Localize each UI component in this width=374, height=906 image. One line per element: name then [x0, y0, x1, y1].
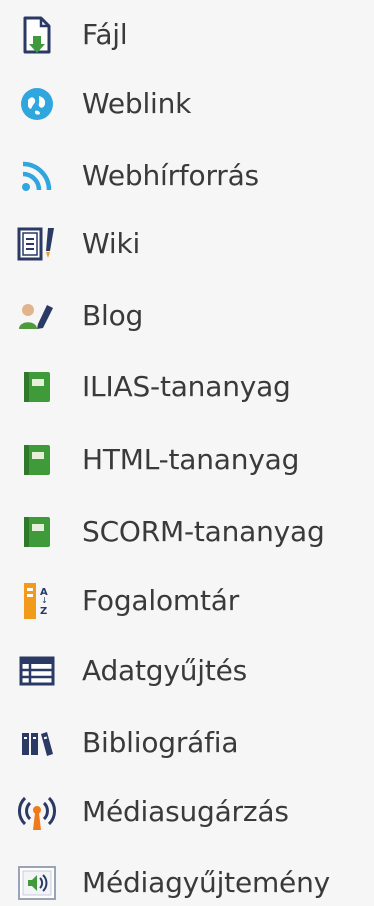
- menu-item-label: Wiki: [82, 226, 141, 260]
- menu-item-label: Bibliográfia: [82, 725, 239, 759]
- menu-item-weblink[interactable]: Weblink: [0, 71, 374, 137]
- rss-feed-icon: [14, 153, 60, 199]
- menu-item-ilias-learning-module[interactable]: ILIAS-tananyag: [0, 354, 374, 420]
- wiki-icon: [14, 221, 60, 267]
- learning-module-icon: [14, 364, 60, 410]
- menu-item-data-collection[interactable]: Adatgyűjtés: [0, 638, 374, 704]
- bibliography-icon: [14, 720, 60, 766]
- menu-item-media-cast[interactable]: Médiasugárzás: [0, 779, 374, 845]
- menu-item-file[interactable]: Fájl: [0, 2, 374, 68]
- media-cast-icon: [14, 789, 60, 835]
- file-icon: [14, 12, 60, 58]
- learning-module-icon: [14, 509, 60, 555]
- menu-item-label: Webhírforrás: [82, 158, 259, 192]
- menu-item-label: Blog: [82, 298, 144, 332]
- menu-item-media-pool[interactable]: Médiagyűjtemény: [0, 850, 374, 906]
- menu-item-label: Weblink: [82, 86, 192, 120]
- menu-item-glossary[interactable]: A ↓ Z Fogalomtár: [0, 568, 374, 634]
- menu-item-label: Médiagyűjtemény: [82, 865, 330, 899]
- menu-item-label: HTML-tananyag: [82, 442, 300, 476]
- add-item-menu: Fájl Weblink Webhírforrás Wiki Blog ILIA…: [0, 0, 374, 906]
- menu-item-web-feed[interactable]: Webhírforrás: [0, 143, 374, 209]
- menu-item-html-learning-module[interactable]: HTML-tananyag: [0, 427, 374, 493]
- menu-item-label: Fájl: [82, 17, 128, 51]
- menu-item-label: SCORM-tananyag: [82, 514, 325, 548]
- svg-text:Z: Z: [40, 606, 47, 617]
- svg-text:↓: ↓: [41, 596, 48, 605]
- menu-item-label: Fogalomtár: [82, 583, 240, 617]
- data-collection-icon: [14, 648, 60, 694]
- glossary-icon: A ↓ Z: [14, 578, 60, 624]
- menu-item-label: Médiasugárzás: [82, 794, 289, 828]
- menu-item-bibliography[interactable]: Bibliográfia: [0, 710, 374, 776]
- menu-item-wiki[interactable]: Wiki: [0, 211, 374, 277]
- menu-item-blog[interactable]: Blog: [0, 283, 374, 349]
- menu-item-label: ILIAS-tananyag: [82, 369, 291, 403]
- media-pool-icon: [14, 860, 60, 906]
- weblink-icon: [14, 81, 60, 127]
- blog-icon: [14, 293, 60, 339]
- learning-module-icon: [14, 437, 60, 483]
- menu-item-label: Adatgyűjtés: [82, 653, 248, 687]
- menu-item-scorm-learning-module[interactable]: SCORM-tananyag: [0, 499, 374, 565]
